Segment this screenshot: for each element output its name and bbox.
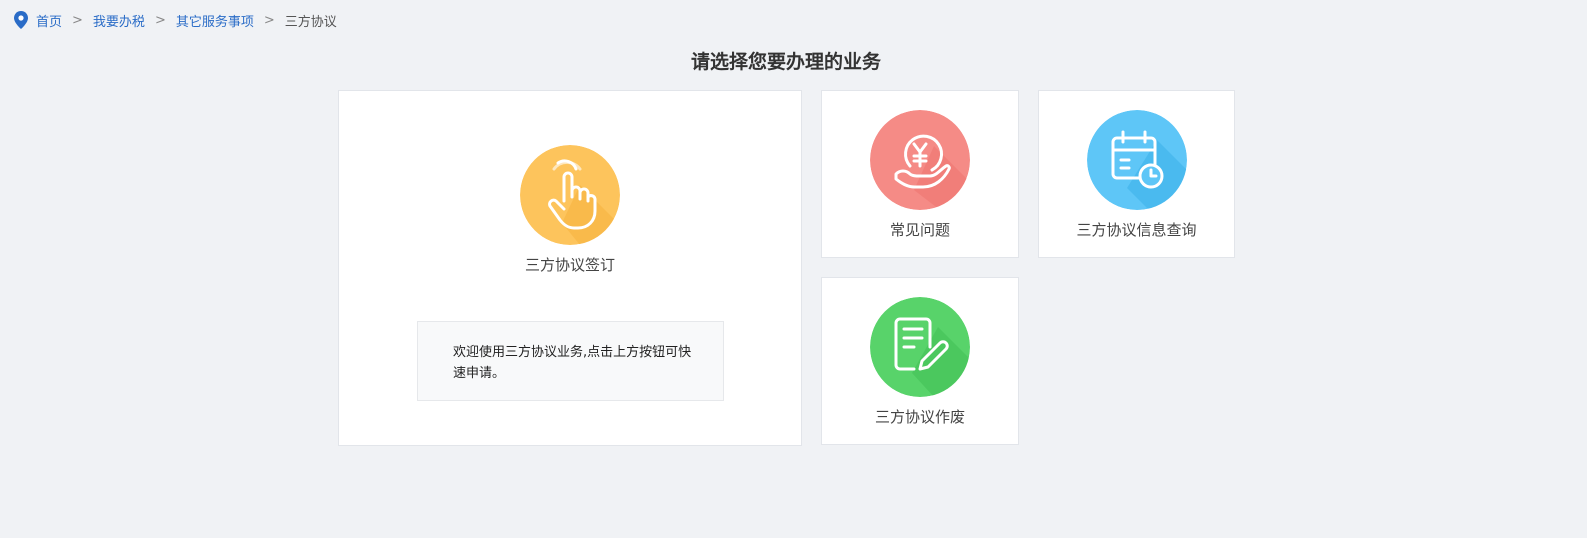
breadcrumb-current: 三方协议 bbox=[284, 14, 337, 30]
breadcrumb-separator: > bbox=[263, 12, 275, 28]
faq-label: 常见问题 bbox=[889, 221, 950, 239]
page-title: 请选择您要办理的业务 bbox=[690, 51, 881, 73]
breadcrumb-home-link[interactable]: 首页 bbox=[36, 11, 62, 30]
breadcrumb: 首页 > 我要办税 > 其它服务事项 > 三方协议 bbox=[14, 10, 337, 30]
breadcrumb-tax-link[interactable]: 我要办税 bbox=[93, 11, 145, 30]
breadcrumb-separator: > bbox=[72, 12, 83, 28]
agreement-query-card[interactable]: 三方协议信息查询 bbox=[1038, 90, 1235, 258]
agreement-query-label: 三方协议信息查询 bbox=[1076, 221, 1197, 239]
location-pin-icon bbox=[14, 11, 28, 29]
yen-hand-icon bbox=[870, 110, 970, 210]
welcome-notice: 欢迎使用三方协议业务,点击上方按钮可快速申请。 bbox=[417, 321, 724, 401]
document-edit-icon bbox=[870, 297, 970, 397]
breadcrumb-other-services-link[interactable]: 其它服务事项 bbox=[176, 11, 254, 30]
sign-agreement-label: 三方协议签订 bbox=[524, 256, 615, 274]
calendar-clock-icon bbox=[1087, 110, 1187, 210]
agreement-void-card[interactable]: 三方协议作废 bbox=[821, 277, 1019, 445]
agreement-void-label: 三方协议作废 bbox=[874, 408, 965, 426]
sign-agreement-card[interactable]: 三方协议签订 欢迎使用三方协议业务,点击上方按钮可快速申请。 bbox=[338, 90, 802, 446]
faq-card[interactable]: 常见问题 bbox=[821, 90, 1019, 258]
hand-pointer-icon bbox=[520, 145, 620, 245]
breadcrumb-separator: > bbox=[154, 12, 166, 28]
